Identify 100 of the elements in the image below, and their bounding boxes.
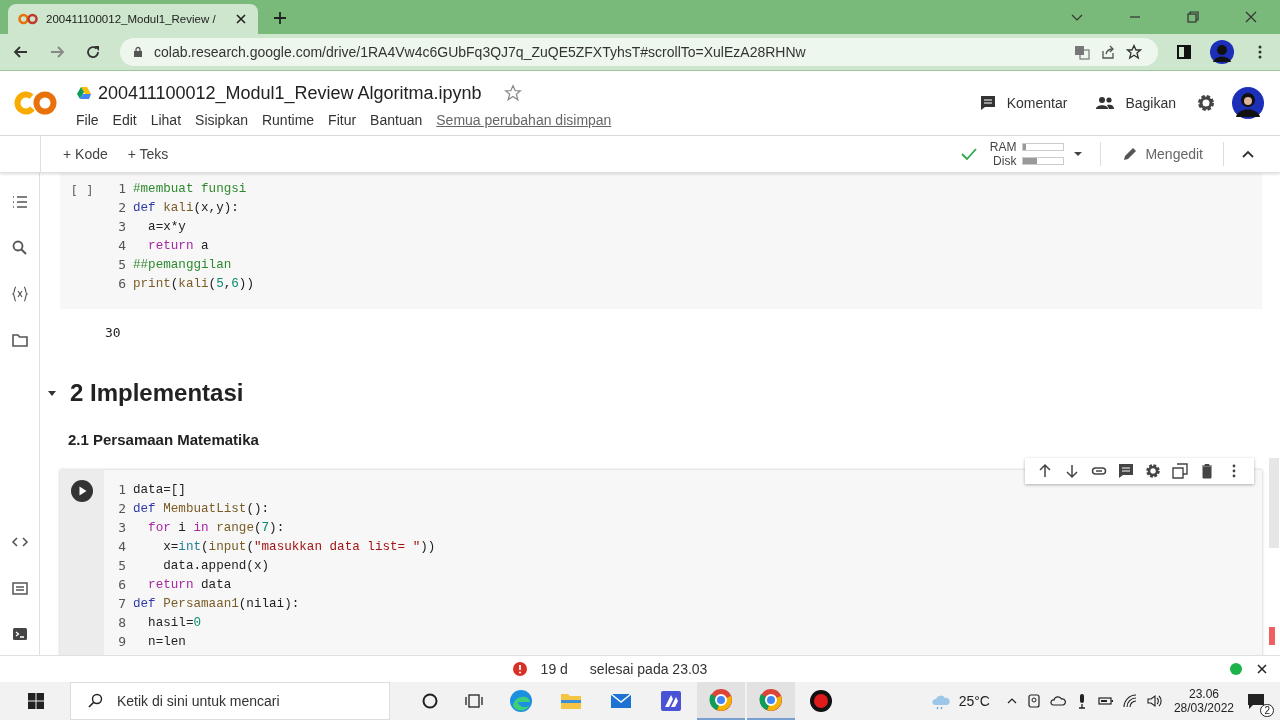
lock-icon (132, 46, 144, 58)
line-number: 6 (117, 577, 126, 592)
chrome-icon[interactable] (709, 688, 733, 712)
run-cell-marker[interactable]: [ ] (70, 183, 94, 301)
code-line: x=int(input("masukkan data list= ")) (162, 539, 436, 554)
folder-icon[interactable] (10, 331, 29, 349)
edge-browser-icon[interactable] (509, 689, 533, 713)
line-number: 7 (117, 596, 126, 611)
mirror-cell-icon[interactable] (1172, 463, 1188, 479)
menu-item[interactable]: Edit (112, 111, 137, 128)
restore-icon[interactable] (1186, 10, 1200, 24)
reload-icon[interactable] (84, 43, 102, 61)
cortana-icon[interactable] (421, 692, 439, 710)
add-cell-button[interactable]: + Kode (57, 142, 114, 166)
menu-item[interactable]: Bantuan (370, 111, 423, 128)
avatar-icon[interactable] (1232, 87, 1264, 119)
new-tab-icon[interactable] (272, 10, 288, 26)
line-number: 1 (117, 181, 126, 196)
avatar-icon[interactable] (1210, 40, 1234, 64)
translate-icon[interactable] (1074, 44, 1090, 60)
notebook-title[interactable]: 200411100012_Modul1_Review Algoritma.ipynb (98, 82, 482, 104)
line-number: 5 (117, 257, 126, 272)
editing-mode-button[interactable]: Mengedit (1117, 141, 1207, 167)
colab-logo-icon (18, 13, 38, 25)
browser-tab[interactable]: 200411100012_Modul1_Review / (8, 4, 258, 34)
temperature-text[interactable]: 25°C (958, 693, 990, 709)
run-button-icon[interactable] (71, 480, 93, 502)
notification-icon[interactable] (1246, 691, 1266, 711)
move-down-icon[interactable] (1064, 463, 1080, 479)
cloud-icon[interactable] (1049, 693, 1066, 709)
side-panel-icon[interactable] (1176, 44, 1192, 60)
code-line: def kali(x,y): (133, 200, 239, 215)
menu-item[interactable]: File (76, 111, 99, 128)
chrome-icon[interactable] (759, 688, 783, 712)
url-text: colab.research.google.com/drive/1RA4Vw4c6GUbFq3QJ7q_ZuQE5ZFXTyhsT#scrollTo=XulEzA28RHNw (154, 44, 806, 60)
status-dot-icon (1230, 663, 1242, 675)
code-cell[interactable]: 1 data=[] 2 def MembuatList(): 3 for i in range(7): 4 x=int(input("masukkan data list= ")) 5 data.append(x) 6 return data 7 def Persamaan1(nilai): 8 hasil=0 9 n=len (60, 470, 1262, 655)
line-number: 3 (117, 520, 126, 535)
share-button[interactable]: Bagikan (1087, 87, 1184, 119)
code-line: ##pemanggilan (133, 257, 232, 272)
table-of-contents-icon[interactable] (10, 193, 29, 211)
menu-item[interactable]: Fitur (328, 111, 357, 128)
subsection-heading: 2.1 Persamaan Matematika (68, 431, 260, 448)
section-heading: 2 Implementasi (70, 379, 244, 407)
comment-button[interactable]: Komentar (970, 88, 1076, 118)
comment-icon (978, 94, 997, 112)
resource-label: RAM (988, 140, 1017, 154)
usage-meter (1022, 157, 1065, 165)
save-status-link[interactable]: Semua perubahan disimpan (436, 111, 612, 128)
app-icon[interactable] (659, 689, 683, 713)
line-number: 9 (117, 634, 126, 649)
error-marker (1269, 627, 1275, 645)
clock-time[interactable]: 23.06 (1188, 687, 1219, 701)
cell-output: 30 (104, 324, 122, 342)
star-icon[interactable] (1126, 44, 1142, 60)
drive-icon (76, 85, 92, 101)
tab-title: 200411100012_Modul1_Review / (46, 13, 217, 25)
settings-icon[interactable] (1145, 463, 1161, 479)
code-cell[interactable]: [ ] 1 #membuat fungsi 2 def kali(x,y): 3 a=x*y 4 return a 5 ##pemanggilan 6 print(kali(5,6)) (60, 173, 1262, 309)
code-line: hasil=0 (147, 615, 202, 630)
record-icon[interactable] (809, 689, 833, 713)
line-number: 6 (117, 276, 126, 291)
menu-item[interactable]: Lihat (150, 111, 182, 128)
camera-icon[interactable] (1025, 693, 1042, 709)
line-number: 4 (117, 238, 126, 253)
line-number: 5 (117, 558, 126, 573)
code-line: print(kali(5,6)) (133, 276, 254, 291)
close-icon[interactable] (1256, 663, 1268, 675)
taskbar-search-field[interactable]: Ketik di sini untuk mencari (70, 682, 390, 720)
code-line: a=x*y (147, 219, 186, 234)
speaker-icon[interactable] (1145, 693, 1162, 709)
clock-date[interactable]: 28/03/2022 (1173, 701, 1234, 715)
move-up-icon[interactable] (1037, 463, 1053, 479)
settings-icon[interactable] (1196, 93, 1216, 113)
code-line: data=[] (133, 482, 186, 497)
wifi-icon[interactable] (1121, 693, 1138, 709)
command-palette-icon[interactable] (10, 579, 29, 597)
colab-logo-icon[interactable] (14, 90, 58, 116)
share-icon[interactable] (1100, 44, 1116, 60)
task-view-icon[interactable] (465, 692, 483, 710)
menu-item[interactable]: Runtime (261, 111, 315, 128)
code-line: def Persamaan1(nilai): (133, 596, 300, 611)
code-line: return data (147, 577, 232, 592)
delete-icon[interactable] (1199, 463, 1215, 479)
variables-icon[interactable] (10, 285, 29, 303)
address-bar[interactable]: colab.research.google.com/drive/1RA4Vw4c6GUbFq3QJ7q_ZuQE5ZFXTyhsT#scrollTo=XulEzA28RHNw (120, 38, 1158, 66)
scrollbar-thumb[interactable] (1269, 458, 1279, 548)
windows-start-icon[interactable] (27, 692, 45, 710)
close-icon[interactable] (234, 12, 248, 26)
terminal-icon[interactable] (10, 625, 29, 643)
line-number: 3 (117, 219, 126, 234)
notification-count: 2 (1260, 704, 1274, 717)
search-icon (87, 693, 103, 709)
search-icon[interactable] (10, 239, 29, 257)
comment-icon[interactable] (1118, 463, 1134, 479)
star-icon[interactable] (503, 84, 522, 102)
line-number: 1 (117, 482, 126, 497)
menu-item[interactable]: Sisipkan (195, 111, 248, 128)
line-number: 8 (117, 615, 126, 630)
add-cell-button[interactable]: + Teks (121, 142, 175, 166)
